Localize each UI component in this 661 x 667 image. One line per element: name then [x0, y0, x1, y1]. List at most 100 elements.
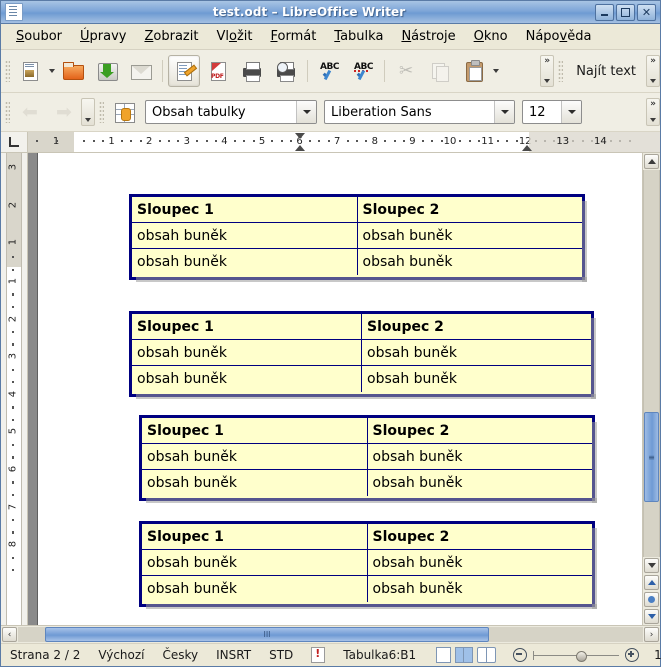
multi-page-view-icon[interactable] — [455, 647, 474, 663]
scroll-left-button[interactable]: ‹ — [2, 627, 17, 642]
vertical-scroll-track[interactable]: ≡ — [643, 170, 660, 557]
menu-tabulka[interactable]: Tabulka — [325, 26, 392, 47]
menu-zobrazit[interactable]: Zobrazit — [135, 26, 207, 47]
table-1[interactable]: Sloupec 1 Sloupec 2 obsah buněk obsah buněk… — [129, 194, 587, 282]
zoom-out-icon[interactable] — [513, 648, 528, 662]
table-4[interactable]: Sloupec 1 Sloupec 2 obsah buněk obsah buněk… — [139, 521, 597, 609]
back-button[interactable]: ⬅ — [14, 96, 46, 128]
first-line-indent-marker[interactable] — [294, 133, 305, 139]
scroll-up-button[interactable] — [644, 154, 659, 169]
table-3[interactable]: Sloupec 1 Sloupec 2 obsah buněk obsah buněk… — [139, 415, 597, 503]
menu-nastroje[interactable]: Nástroje — [392, 26, 464, 47]
formatting-toolbar-overflow[interactable]: » — [646, 98, 660, 126]
edit-mode-button[interactable] — [168, 55, 200, 87]
standard-toolbar-overflow[interactable]: » — [540, 55, 555, 87]
font-size-dropdown-icon[interactable] — [561, 101, 581, 123]
nav-toolbar-overflow[interactable] — [81, 98, 95, 126]
page-sheet[interactable]: Sloupec 1 Sloupec 2 obsah buněk obsah buněk… — [37, 153, 642, 625]
table-2[interactable]: Sloupec 1 Sloupec 2 obsah buněk obsah buněk… — [129, 311, 596, 399]
table-header-cell[interactable]: Sloupec 1 — [132, 314, 362, 339]
paragraph-style-dropdown-icon[interactable] — [296, 101, 316, 123]
close-button[interactable]: ✕ — [637, 3, 656, 21]
nav-next-button[interactable] — [644, 609, 659, 624]
scroll-right-button[interactable]: › — [644, 627, 659, 642]
table-header-cell[interactable]: Sloupec 2 — [368, 418, 593, 443]
find-toolbar-overflow[interactable]: » — [646, 55, 660, 87]
status-modified[interactable] — [302, 647, 334, 663]
zoom-slider-track[interactable] — [533, 650, 620, 662]
new-document-dropdown[interactable] — [47, 62, 56, 80]
single-page-view-icon[interactable] — [436, 647, 452, 663]
zoom-in-icon[interactable] — [625, 648, 640, 662]
table-style-button[interactable] — [108, 96, 140, 128]
menu-napoveda[interactable]: Nápověda — [517, 26, 601, 47]
table-cell[interactable]: obsah buněk — [358, 249, 583, 275]
book-view-icon[interactable] — [477, 647, 497, 663]
print-preview-button[interactable] — [270, 55, 302, 87]
cut-button[interactable]: ✂ — [390, 55, 422, 87]
nav-previous-button[interactable] — [644, 575, 659, 590]
scroll-down-button[interactable] — [644, 558, 659, 573]
email-button[interactable] — [125, 55, 157, 87]
zoom-slider[interactable] — [507, 648, 645, 662]
table-cell[interactable]: obsah buněk — [368, 470, 593, 496]
menu-vlozit[interactable]: Vložit — [207, 26, 261, 47]
status-page[interactable]: Strana 2 / 2 — [1, 647, 89, 663]
vertical-ruler[interactable]: 3 2 1 1 2 3 4 5 6 7 8 — [1, 153, 28, 625]
new-document-button[interactable] — [14, 55, 46, 87]
zoom-slider-knob[interactable] — [576, 650, 588, 662]
navigation-target-button[interactable] — [644, 592, 659, 607]
save-button[interactable] — [91, 55, 123, 87]
horizontal-scroll-thumb[interactable]: III — [45, 627, 489, 642]
maximize-button[interactable] — [616, 3, 635, 21]
vertical-scroll-thumb[interactable]: ≡ — [644, 412, 659, 502]
table-cell[interactable]: obsah buněk — [142, 444, 368, 469]
table-header-cell[interactable]: Sloupec 2 — [368, 524, 593, 549]
spelling-button[interactable]: ABC — [313, 55, 345, 87]
table-header-cell[interactable]: Sloupec 1 — [142, 524, 368, 549]
copy-button[interactable] — [424, 55, 456, 87]
paste-button[interactable] — [458, 55, 490, 87]
table-cell[interactable]: obsah buněk — [142, 550, 368, 575]
horizontal-ruler-track[interactable]: 112345678910111213141314 — [28, 132, 660, 152]
print-button[interactable] — [236, 55, 268, 87]
open-button[interactable] — [57, 55, 89, 87]
horizontal-scrollbar[interactable]: ‹ III › — [1, 625, 660, 643]
menu-okno[interactable]: Okno — [465, 26, 517, 47]
find-toolbar-grip[interactable] — [558, 60, 564, 82]
formatting-toolbar-grip[interactable] — [5, 101, 10, 123]
toolbar-grip[interactable] — [5, 60, 10, 82]
menu-soubor[interactable]: Soubor — [7, 26, 71, 47]
ruler-corner-button[interactable] — [1, 132, 28, 152]
table-cell[interactable]: obsah buněk — [132, 223, 358, 248]
table-cell[interactable]: obsah buněk — [358, 223, 583, 248]
style-toolbar-grip[interactable] — [99, 101, 104, 123]
table-header-cell[interactable]: Sloupec 2 — [362, 314, 591, 339]
table-cell[interactable]: obsah buněk — [362, 366, 591, 392]
table-cell[interactable]: obsah buněk — [142, 470, 368, 496]
status-selection-mode[interactable]: STD — [260, 647, 302, 663]
vertical-scrollbar[interactable]: ≡ — [642, 153, 660, 625]
status-page-style[interactable]: Výchozí — [89, 647, 153, 663]
status-table-cell[interactable]: Tabulka6:B1 — [334, 647, 425, 663]
horizontal-ruler[interactable]: 112345678910111213141314 — [1, 132, 660, 153]
table-header-cell[interactable]: Sloupec 2 — [358, 197, 583, 222]
status-zoom-level[interactable]: 100% — [645, 647, 661, 663]
horizontal-scroll-track[interactable]: III — [18, 627, 643, 642]
table-cell[interactable]: obsah buněk — [368, 550, 593, 575]
table-cell[interactable]: obsah buněk — [132, 249, 358, 275]
status-language[interactable]: Česky — [154, 647, 208, 663]
minimize-button[interactable] — [595, 3, 614, 21]
table-header-cell[interactable]: Sloupec 1 — [142, 418, 368, 443]
export-pdf-button[interactable]: PDF — [202, 55, 234, 87]
document-canvas[interactable]: Sloupec 1 Sloupec 2 obsah buněk obsah buněk… — [28, 153, 642, 625]
table-header-cell[interactable]: Sloupec 1 — [132, 197, 358, 222]
font-name-combo[interactable]: Liberation Sans — [324, 100, 515, 124]
autospellcheck-button[interactable]: ABC — [347, 55, 379, 87]
right-indent-marker[interactable] — [522, 145, 533, 151]
left-indent-marker[interactable] — [294, 145, 305, 151]
menu-upravy[interactable]: Úpravy — [71, 26, 135, 47]
find-text-input[interactable]: Najít text — [566, 64, 646, 79]
table-cell[interactable]: obsah buněk — [368, 444, 593, 469]
font-name-dropdown-icon[interactable] — [494, 101, 514, 123]
